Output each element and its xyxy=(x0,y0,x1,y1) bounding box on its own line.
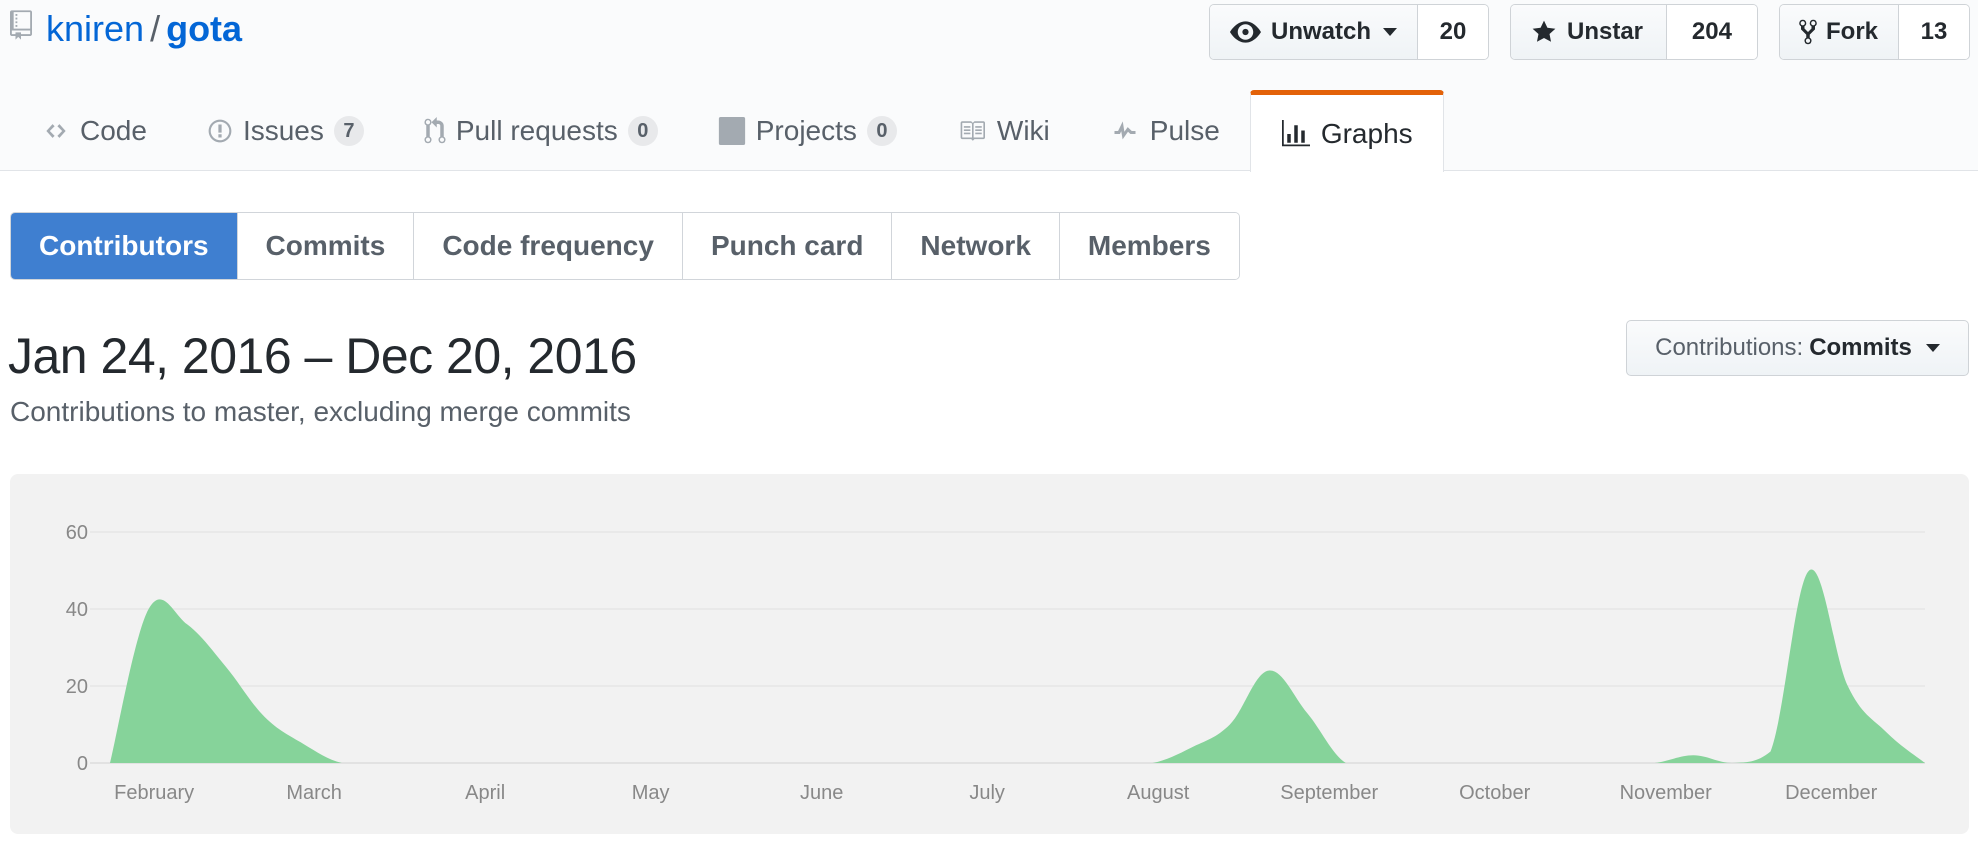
x-tick-label: December xyxy=(1785,782,1878,804)
repo-title: kniren / gota xyxy=(46,4,242,54)
x-tick-label: August xyxy=(1127,782,1190,804)
tab-issues-label: Issues xyxy=(242,114,324,146)
x-tick-label: October xyxy=(1459,782,1530,804)
eye-icon xyxy=(1230,21,1261,43)
issue-opened-icon xyxy=(208,119,232,142)
y-tick-label: 40 xyxy=(66,599,88,621)
tab-code-label: Code xyxy=(80,114,147,146)
repo-forked-icon xyxy=(1799,19,1817,45)
repo-icon xyxy=(10,10,32,40)
book-icon xyxy=(960,120,985,141)
tab-projects[interactable]: Projects 0 xyxy=(688,90,927,171)
tab-pull-requests[interactable]: Pull requests 0 xyxy=(394,90,688,171)
y-tick-label: 60 xyxy=(66,522,88,544)
tab-graphs[interactable]: Graphs xyxy=(1249,90,1444,172)
tab-issues[interactable]: Issues 7 xyxy=(177,90,394,171)
subnav-contributors[interactable]: Contributors xyxy=(11,213,238,279)
tab-pull-requests-label: Pull requests xyxy=(455,114,618,146)
x-tick-label: September xyxy=(1280,782,1378,804)
repo-nav: Code Issues 7 Pull requests 0 Projects 0… xyxy=(0,90,1444,172)
subnav-punch-card[interactable]: Punch card xyxy=(682,213,893,279)
star-icon xyxy=(1532,20,1556,42)
chevron-down-icon xyxy=(1925,344,1940,352)
tab-code[interactable]: Code xyxy=(0,90,177,171)
subnav-code-frequency[interactable]: Code frequency xyxy=(414,213,683,279)
contributions-chart-svg: 0 20 40 60 February March April May June July Augu… xyxy=(66,522,1925,804)
repo-header: kniren/gota Unwatch 20 Unstar 204 Fork xyxy=(0,0,1978,172)
fork-button[interactable]: Fork xyxy=(1780,5,1899,59)
code-icon xyxy=(46,123,66,138)
contributions-select-value: Commits xyxy=(1809,334,1912,361)
repo-separator: / xyxy=(150,8,161,49)
contributions-select[interactable]: Contributions: Commits xyxy=(1626,320,1969,376)
commits-area xyxy=(110,569,1925,763)
date-range-title: Jan 24, 2016 – Dec 20, 2016 xyxy=(8,328,637,384)
date-range-subtitle: Contributions to master, excluding merge… xyxy=(10,396,631,427)
git-pull-request-icon xyxy=(424,116,446,143)
issues-count-badge: 7 xyxy=(333,115,364,146)
x-tick-label: May xyxy=(632,782,670,804)
subnav-network[interactable]: Network xyxy=(892,213,1060,279)
graphs-subnav: Contributors Commits Code frequency Punc… xyxy=(10,212,1240,280)
x-tick-label: February xyxy=(114,782,194,804)
unwatch-label: Unwatch xyxy=(1270,18,1371,45)
x-tick-label: June xyxy=(800,782,843,804)
repo-owner-link[interactable]: kniren xyxy=(46,8,144,49)
watch-button-group: Unwatch 20 xyxy=(1209,4,1489,60)
x-tick-label: July xyxy=(969,782,1005,804)
tab-graphs-label: Graphs xyxy=(1320,117,1413,149)
projects-count-badge: 0 xyxy=(866,115,897,146)
unstar-button[interactable]: Unstar xyxy=(1511,5,1667,59)
fork-label: Fork xyxy=(1826,18,1879,45)
unstar-label: Unstar xyxy=(1567,18,1644,45)
project-icon xyxy=(718,116,745,145)
stargazers-count[interactable]: 204 xyxy=(1666,5,1757,59)
subnav-members[interactable]: Members xyxy=(1059,213,1239,279)
star-button-group: Unstar 204 xyxy=(1510,4,1758,60)
contributions-chart[interactable]: 0 20 40 60 February March April May June July Augu… xyxy=(10,474,1969,834)
subnav-commits[interactable]: Commits xyxy=(237,213,415,279)
tab-wiki-label: Wiki xyxy=(996,114,1050,146)
x-tick-label: April xyxy=(465,782,505,804)
watchers-count[interactable]: 20 xyxy=(1418,5,1488,59)
graph-icon xyxy=(1281,119,1310,146)
forks-count[interactable]: 13 xyxy=(1898,5,1969,59)
unwatch-button[interactable]: Unwatch xyxy=(1210,5,1418,59)
tab-projects-label: Projects xyxy=(755,114,857,146)
repo-name-link[interactable]: gota xyxy=(166,8,242,49)
pull-requests-count-badge: 0 xyxy=(627,115,658,146)
x-tick-label: November xyxy=(1620,782,1713,804)
fork-button-group: Fork 13 xyxy=(1779,4,1970,60)
y-tick-label: 0 xyxy=(77,753,88,775)
chevron-down-icon xyxy=(1383,28,1397,36)
contributions-select-prefix: Contributions: xyxy=(1655,334,1804,361)
tab-wiki[interactable]: Wiki xyxy=(927,90,1080,171)
pulse-icon xyxy=(1114,120,1136,139)
y-tick-label: 20 xyxy=(66,676,88,698)
x-tick-label: March xyxy=(286,782,342,804)
tab-pulse-label: Pulse xyxy=(1149,114,1220,146)
tab-pulse[interactable]: Pulse xyxy=(1080,90,1250,171)
